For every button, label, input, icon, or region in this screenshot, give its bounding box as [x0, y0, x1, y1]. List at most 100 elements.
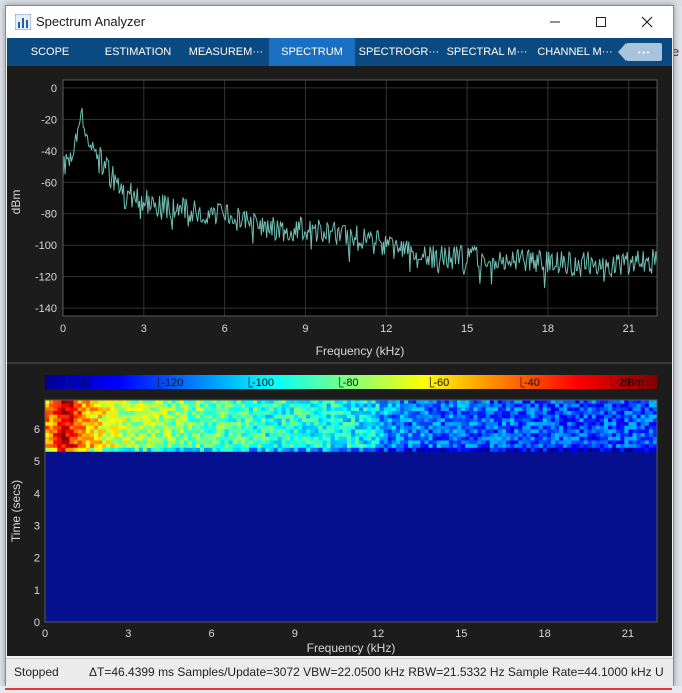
- spectrum-x-tick-label: 15: [461, 323, 473, 335]
- spectrogram-cell: [110, 422, 115, 427]
- spectrogram-cell: [330, 422, 335, 427]
- minimize-button[interactable]: [537, 6, 573, 38]
- spectrogram-cell: [542, 411, 548, 416]
- spectrogram-cell: [191, 447, 197, 452]
- spectrogram-cell: [612, 440, 617, 445]
- spectrogram-cell: [69, 414, 74, 419]
- spectrogram-cell: [126, 411, 131, 416]
- spectrogram-cell: [518, 414, 523, 419]
- spectrogram-cell: [65, 403, 70, 408]
- spectrogram-cell: [277, 429, 282, 434]
- spectrogram-cell: [559, 440, 564, 445]
- spectrogram-cell: [240, 418, 246, 423]
- spectrogram-cell: [220, 422, 225, 427]
- spectrogram-cell: [457, 440, 462, 445]
- spectrogram-cell: [318, 425, 323, 430]
- spectrogram-cell: [416, 422, 421, 427]
- more-tabs-button[interactable]: ···: [626, 43, 662, 61]
- spectrogram-cell: [163, 418, 168, 423]
- spectrogram-cell: [530, 418, 535, 423]
- spectrogram-cell: [126, 403, 131, 408]
- spectrogram-cell: [155, 444, 160, 449]
- spectrogram-cell: [240, 400, 246, 404]
- spectrogram-cell: [269, 411, 274, 416]
- spectrogram-cell: [102, 418, 107, 423]
- spectrogram-cell: [179, 411, 185, 416]
- spectrogram-cell: [171, 422, 176, 427]
- spectrogram-cell: [314, 400, 319, 404]
- tab-channel-measurements[interactable]: CHANNEL M···: [531, 38, 619, 66]
- title-bar[interactable]: Spectrum Analyzer: [6, 6, 673, 38]
- spectrogram-cell: [579, 400, 584, 404]
- spectrogram-cell: [167, 425, 172, 430]
- tab-scope[interactable]: SCOPE: [7, 38, 93, 66]
- spectrogram-cell: [485, 433, 491, 438]
- spectrogram-cell: [163, 422, 168, 427]
- tab-estimation[interactable]: ESTIMATION: [93, 38, 183, 66]
- spectrogram-cell: [375, 440, 380, 445]
- spectrogram-cell: [477, 444, 482, 449]
- spectrogram-cell: [489, 411, 495, 416]
- spectrogram-cell: [314, 411, 319, 416]
- spectrogram-cell: [420, 440, 425, 445]
- spectrogram-cell: [163, 429, 168, 434]
- spectrogram-cell: [420, 444, 425, 449]
- spectrogram-cell: [297, 436, 303, 441]
- tab-spectrogram[interactable]: SPECTROGR···: [355, 38, 443, 66]
- spectrogram-cell: [579, 425, 584, 430]
- spectrogram-cell: [163, 407, 168, 412]
- spectrogram-cell: [81, 414, 87, 419]
- spectrogram-cell: [497, 407, 503, 412]
- spectrogram-cell: [57, 440, 62, 445]
- colorbar-label: -140: [71, 377, 93, 389]
- spectrogram-cell: [416, 425, 421, 430]
- spectrogram-cell: [395, 425, 401, 430]
- spectrogram-cell: [134, 403, 140, 408]
- spectrogram-cell: [93, 422, 99, 427]
- spectrogram-cell: [563, 433, 568, 438]
- spectrogram-cell: [440, 414, 446, 419]
- spectrogram-cell: [200, 403, 205, 408]
- spectrogram-cell: [567, 414, 572, 419]
- spectrogram-cell: [448, 447, 454, 452]
- spectrogram-cell: [436, 433, 442, 438]
- spectrogram-cell: [648, 440, 654, 445]
- spectrogram-cell: [216, 425, 221, 430]
- spectrogram-cell: [159, 400, 164, 404]
- spectrogram-cell: [147, 444, 152, 449]
- spectrogram-cell: [436, 436, 442, 441]
- spectrogram-cell: [395, 429, 401, 434]
- spectrogram-cell: [632, 414, 637, 419]
- spectrogram-cell: [61, 433, 66, 438]
- spectrogram-cell: [163, 447, 168, 452]
- spectrogram-cell: [420, 411, 425, 416]
- tab-spectrum[interactable]: SPECTRUM: [269, 38, 355, 66]
- spectrogram-cell: [404, 400, 409, 404]
- spectrogram-cell: [367, 411, 372, 416]
- spectrogram-cell: [220, 403, 225, 408]
- spectrogram-cell: [571, 422, 576, 427]
- spectrogram-cell: [518, 400, 523, 404]
- spectrogram-cell: [220, 411, 225, 416]
- spectrogram-cell: [208, 414, 213, 419]
- spectrogram-cell: [416, 433, 421, 438]
- tab-measurements[interactable]: MEASUREM···: [183, 38, 269, 66]
- spectrogram-cell: [244, 429, 250, 434]
- spectrogram-cell: [522, 400, 527, 404]
- spectrogram-cell: [102, 440, 107, 445]
- spectrogram-cell: [273, 403, 278, 408]
- spectrogram-cell: [314, 447, 319, 452]
- spectrogram-cell: [224, 440, 229, 445]
- spectrogram-cell: [277, 447, 282, 452]
- spectrogram-cell: [220, 429, 225, 434]
- close-button[interactable]: [629, 6, 665, 38]
- spectrogram-cell: [485, 411, 491, 416]
- spectrogram-cell: [240, 407, 246, 412]
- maximize-button[interactable]: [583, 6, 619, 38]
- spectrogram-cell: [118, 407, 123, 412]
- spectrogram-cell: [404, 433, 409, 438]
- spectrogram-cell: [608, 429, 613, 434]
- spectrogram-cell: [469, 433, 474, 438]
- spectrogram-cell: [98, 418, 103, 423]
- tab-spectral-mask[interactable]: SPECTRAL M···: [443, 38, 531, 66]
